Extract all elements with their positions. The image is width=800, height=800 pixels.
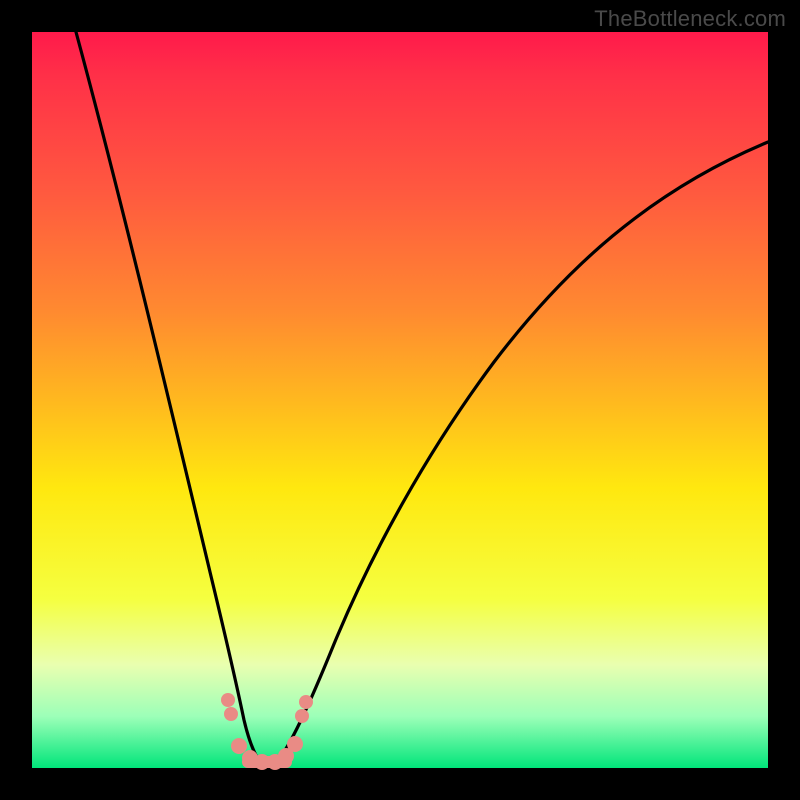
plot-area [32, 32, 768, 768]
watermark-text: TheBottleneck.com [594, 6, 786, 32]
chart-frame: TheBottleneck.com [0, 0, 800, 800]
bottleneck-curve [76, 32, 768, 762]
accent-marks-group [221, 693, 313, 770]
curve-layer [32, 32, 768, 768]
